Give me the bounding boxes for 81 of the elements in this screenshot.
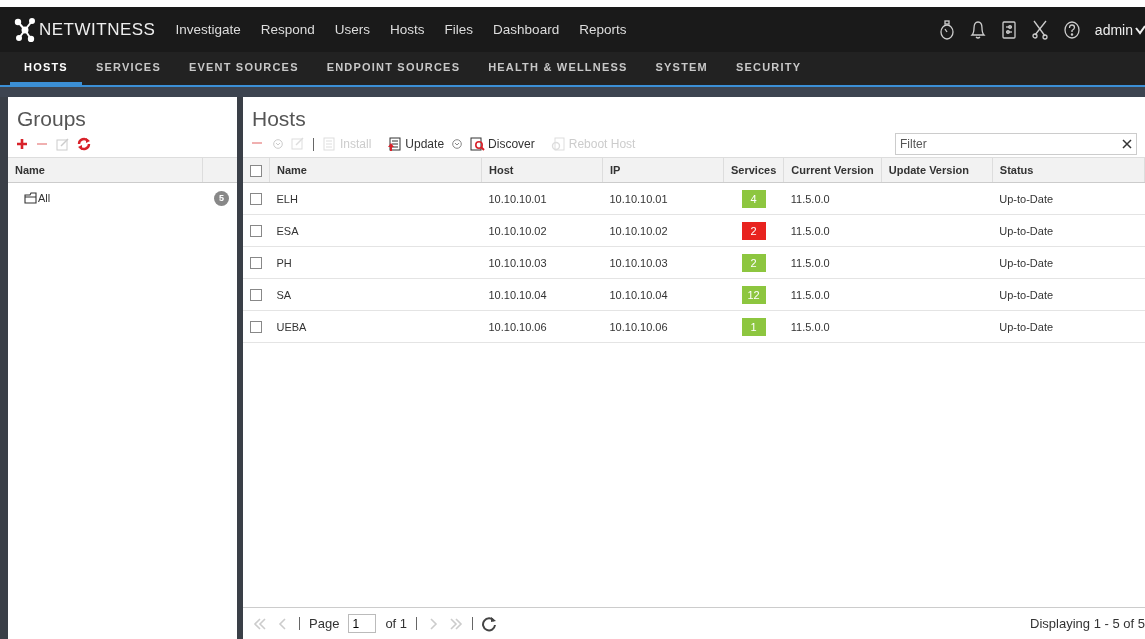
table-cell: ELH [276, 192, 298, 205]
column-header[interactable]: Services [723, 157, 784, 183]
toolbar-button[interactable]: Update [387, 137, 445, 151]
nav-item[interactable]: Hosts [390, 22, 425, 37]
server-restart-icon [550, 137, 566, 151]
table-cell: 10.10.10.06 [609, 320, 668, 333]
table-cell: 11.5.0.0 [790, 224, 830, 237]
dropdown-icon[interactable] [452, 139, 463, 149]
user-name[interactable]: admin [1094, 21, 1133, 38]
table-cell: 11.5.0.0 [790, 256, 830, 269]
row-checkbox[interactable] [250, 257, 262, 270]
display-count: Displaying 1 - 5 of 5 [1030, 616, 1145, 631]
help-icon[interactable] [1062, 19, 1081, 40]
table-cell: 10.10.10.01 [609, 192, 668, 205]
panel-title: Groups [17, 107, 87, 131]
table-cell: 11.5.0.0 [790, 288, 830, 301]
table-cell: 10.10.10.04 [609, 288, 668, 301]
page-label: Page [309, 616, 340, 631]
table-cell: PH [276, 256, 292, 269]
table-cell: 11.5.0.0 [790, 192, 830, 205]
filter-field[interactable]: Filter [895, 133, 1137, 155]
nav-tab[interactable]: HEALTH & WELLNESS [474, 52, 642, 85]
table-cell: Up-to-Date [999, 224, 1054, 237]
add-icon[interactable] [16, 138, 28, 150]
refresh-icon[interactable] [482, 615, 499, 632]
page-field[interactable]: 1 [348, 614, 377, 633]
folder-icon [24, 191, 37, 204]
nav-item[interactable]: Users [334, 22, 371, 37]
page-count: of 1 [385, 616, 408, 631]
column-header[interactable]: Current Version [783, 157, 882, 183]
bell-icon[interactable] [968, 19, 987, 40]
column-header[interactable]: IP [602, 157, 724, 183]
nav-tab[interactable]: SYSTEM [641, 52, 722, 85]
row-checkbox[interactable] [250, 193, 262, 206]
table-cell: 10.10.10.02 [488, 224, 547, 237]
table-cell: 11.5.0.0 [790, 320, 830, 333]
row-checkbox[interactable] [250, 289, 262, 302]
column-header[interactable]: Update Version [881, 157, 993, 183]
nav-item[interactable]: Investigate [175, 22, 241, 37]
nav-tab[interactable]: EVENT SOURCES [174, 52, 313, 85]
table-cell: ESA [276, 224, 299, 237]
close-icon[interactable] [1122, 139, 1132, 149]
table-cell: 10.10.10.06 [488, 320, 547, 333]
stopwatch-icon[interactable] [938, 19, 955, 40]
refresh-icon[interactable] [77, 137, 91, 151]
column-header[interactable]: Name [269, 157, 482, 183]
nav-item[interactable]: Respond [260, 22, 315, 37]
settings-sliders-icon[interactable] [1000, 19, 1017, 40]
table-cell: Up-to-Date [999, 256, 1054, 269]
count-badge: 5 [214, 191, 229, 206]
table-cell: SA [276, 288, 292, 301]
group-name[interactable]: All [38, 191, 51, 204]
column-header[interactable]: Host [481, 157, 603, 183]
services-count[interactable]: 2 [741, 221, 766, 240]
nav-tab[interactable]: SECURITY [721, 52, 816, 85]
table-cell: UEBA [276, 320, 307, 333]
nav-item[interactable]: Files [444, 22, 474, 37]
table-cell: 10.10.10.04 [488, 288, 547, 301]
panel-title: Hosts [252, 107, 307, 131]
nav-tab[interactable]: ENDPOINT SOURCES [312, 52, 475, 85]
column-header[interactable]: Status [992, 157, 1145, 183]
select-all-checkbox[interactable] [250, 164, 262, 177]
row-checkbox[interactable] [250, 225, 262, 238]
server-icon [322, 137, 337, 151]
row-checkbox[interactable] [250, 321, 262, 334]
nav-tab[interactable]: SERVICES [81, 52, 175, 85]
chevron-down-icon[interactable] [1135, 24, 1145, 35]
table-cell: Up-to-Date [999, 192, 1054, 205]
logo-icon[interactable] [14, 17, 36, 42]
nav-item[interactable]: Reports [579, 22, 627, 37]
nav-item[interactable]: Dashboard [493, 22, 560, 37]
column-header[interactable]: Name [8, 157, 203, 183]
table-cell: 10.10.10.01 [488, 192, 547, 205]
brand-name: NETWITNESS [39, 19, 156, 40]
table-cell: 10.10.10.03 [609, 256, 668, 269]
toolbar-button[interactable]: Discover [470, 137, 535, 151]
table-cell: 10.10.10.02 [609, 224, 668, 237]
table-cell: Up-to-Date [999, 288, 1054, 301]
table-cell: Up-to-Date [999, 320, 1054, 333]
server-search-icon [470, 137, 486, 151]
table-cell: 10.10.10.03 [488, 256, 547, 269]
